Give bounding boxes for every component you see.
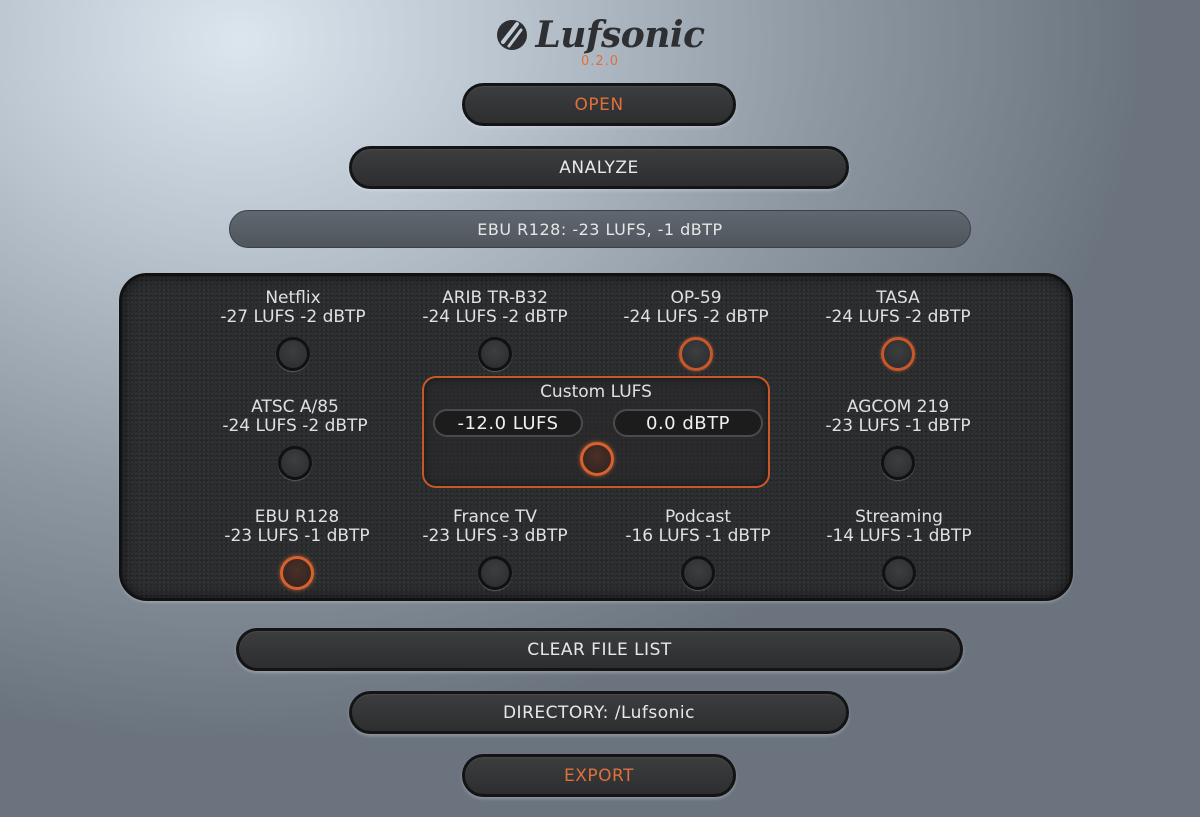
preset-tasa: TASA -24 LUFS -2 dBTP xyxy=(788,289,1008,371)
preset-spec: -16 LUFS -1 dBTP xyxy=(625,526,771,546)
preset-radio-streaming[interactable] xyxy=(882,556,916,590)
preset-podcast: Podcast -16 LUFS -1 dBTP xyxy=(588,508,808,590)
preset-name: France TV xyxy=(453,507,537,527)
preset-radio-custom[interactable] xyxy=(580,442,614,476)
preset-name: TASA xyxy=(876,288,920,308)
preset-name: AGCOM 219 xyxy=(846,397,950,417)
custom-dbtp-input[interactable]: 0.0 dBTP xyxy=(613,409,763,437)
app-version: 0.2.0 xyxy=(580,54,620,69)
custom-lufs-input[interactable]: -12.0 LUFS xyxy=(433,409,583,437)
preset-agcom: AGCOM 219 -23 LUFS -1 dBTP xyxy=(788,398,1008,480)
preset-name: Podcast xyxy=(664,507,732,527)
preset-radio-arib[interactable] xyxy=(478,337,512,371)
clear-file-list-button[interactable]: CLEAR FILE LIST xyxy=(236,628,963,671)
preset-radio-ebu[interactable] xyxy=(280,556,314,590)
preset-name: ARIB TR-B32 xyxy=(442,288,548,308)
custom-lufs-box: Custom LUFS -12.0 LUFS 0.0 dBTP xyxy=(422,376,770,488)
preset-france-tv: France TV -23 LUFS -3 dBTP xyxy=(385,508,605,590)
open-button[interactable]: OPEN xyxy=(462,83,736,126)
preset-op59: OP-59 -24 LUFS -2 dBTP xyxy=(586,289,806,371)
preset-spec: -23 LUFS -3 dBTP xyxy=(422,526,568,546)
preset-streaming: Streaming -14 LUFS -1 dBTP xyxy=(789,508,1009,590)
preset-spec: -24 LUFS -2 dBTP xyxy=(825,307,971,327)
export-button[interactable]: EXPORT xyxy=(462,754,736,797)
preset-name: OP-59 xyxy=(670,288,722,308)
app-name: Lufsonic xyxy=(535,14,705,56)
analyze-button[interactable]: ANALYZE xyxy=(349,146,849,189)
preset-radio-podcast[interactable] xyxy=(681,556,715,590)
preset-atsc: ATSC A/85 -24 LUFS -2 dBTP xyxy=(185,398,405,480)
preset-spec: -24 LUFS -2 dBTP xyxy=(422,307,568,327)
preset-ebu: EBU R128 -23 LUFS -1 dBTP xyxy=(187,508,407,590)
custom-lufs-title: Custom LUFS xyxy=(540,382,652,402)
directory-button[interactable]: DIRECTORY: /Lufsonic xyxy=(349,691,849,734)
preset-name: Netflix xyxy=(265,288,321,308)
app-logo: Lufsonic 0.2.0 xyxy=(0,14,1200,69)
preset-spec: -23 LUFS -1 dBTP xyxy=(825,416,971,436)
preset-radio-france-tv[interactable] xyxy=(478,556,512,590)
preset-name: ATSC A/85 xyxy=(251,397,339,417)
preset-arib: ARIB TR-B32 -24 LUFS -2 dBTP xyxy=(385,289,605,371)
lufsonic-logo-icon xyxy=(497,20,528,50)
preset-spec: -24 LUFS -2 dBTP xyxy=(222,416,368,436)
preset-radio-op59[interactable] xyxy=(679,337,713,371)
preset-spec: -24 LUFS -2 dBTP xyxy=(623,307,769,327)
preset-radio-tasa[interactable] xyxy=(881,337,915,371)
preset-radio-atsc[interactable] xyxy=(278,446,312,480)
preset-name: Streaming xyxy=(855,507,943,527)
preset-panel: Netflix -27 LUFS -2 dBTP ARIB TR-B32 -24… xyxy=(119,273,1073,601)
preset-spec: -27 LUFS -2 dBTP xyxy=(220,307,366,327)
preset-name: EBU R128 xyxy=(254,507,340,527)
preset-spec: -23 LUFS -1 dBTP xyxy=(224,526,370,546)
preset-netflix: Netflix -27 LUFS -2 dBTP xyxy=(183,289,403,371)
preset-radio-agcom[interactable] xyxy=(881,446,915,480)
preset-radio-netflix[interactable] xyxy=(276,337,310,371)
preset-spec: -14 LUFS -1 dBTP xyxy=(826,526,972,546)
status-bar: EBU R128: -23 LUFS, -1 dBTP xyxy=(229,210,971,248)
